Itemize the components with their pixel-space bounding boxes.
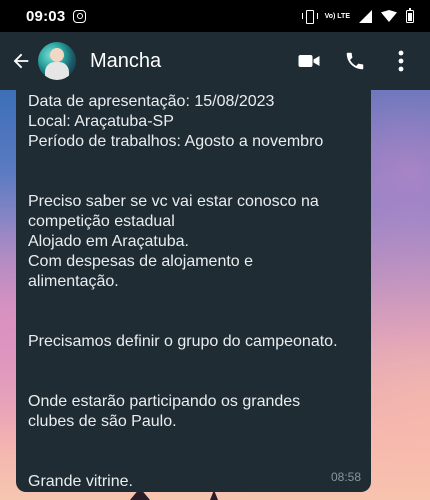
message-line bbox=[28, 352, 359, 372]
message-line: Preciso saber se vc vai estar conosco na bbox=[28, 193, 319, 210]
message-line: Onde estarão participando os grandes bbox=[28, 393, 301, 410]
chat-title[interactable]: Mancha bbox=[90, 50, 161, 73]
message-line: Data de apresentação: 15/08/2023 bbox=[28, 93, 275, 110]
message-line bbox=[28, 432, 359, 452]
message-line: Com despesas de alojamento e bbox=[28, 253, 254, 270]
message-line: Grande vitrine. bbox=[28, 473, 133, 490]
network-type-label: Vo) LTE bbox=[324, 12, 350, 20]
message-line bbox=[28, 172, 359, 192]
voice-call-icon[interactable] bbox=[332, 38, 378, 84]
message-line bbox=[28, 292, 359, 312]
message-text: Data de apresentação: 15/08/2023 Local: A… bbox=[28, 92, 359, 492]
chat-header: Mancha bbox=[0, 32, 430, 90]
message-line bbox=[28, 152, 359, 172]
message-line: Alojado em Araçatuba. bbox=[28, 233, 189, 250]
message-line: Período de trabalhos: Agosto a novembro bbox=[28, 133, 324, 150]
status-time: 09:03 bbox=[26, 7, 66, 25]
header-actions bbox=[286, 38, 424, 84]
message-bubble[interactable]: Data de apresentação: 15/08/2023 Local: A… bbox=[16, 90, 371, 492]
status-icons: Vo) LTE bbox=[301, 7, 414, 24]
message-line bbox=[28, 312, 359, 332]
avatar[interactable] bbox=[38, 42, 76, 80]
more-options-icon[interactable] bbox=[378, 38, 424, 84]
message-line: Local: Araçatuba-SP bbox=[28, 113, 174, 130]
video-call-icon[interactable] bbox=[286, 38, 332, 84]
message-line bbox=[28, 372, 359, 392]
vibrate-icon bbox=[301, 10, 318, 24]
message-line: alimentação. bbox=[28, 273, 119, 290]
message-line: clubes de são Paulo. bbox=[28, 413, 177, 430]
instagram-notification-icon bbox=[73, 9, 87, 23]
message-line: competição estadual bbox=[28, 213, 175, 230]
wifi-icon bbox=[381, 10, 397, 22]
message-timestamp: 08:58 bbox=[330, 470, 361, 484]
message-line: Precisamos definir o grupo do campeonato… bbox=[28, 333, 338, 350]
signal-icon bbox=[359, 9, 372, 23]
status-bar: 09:03 Vo) LTE bbox=[0, 0, 430, 32]
battery-icon bbox=[406, 7, 414, 23]
back-arrow-icon[interactable] bbox=[4, 44, 38, 78]
message-line bbox=[28, 452, 359, 472]
